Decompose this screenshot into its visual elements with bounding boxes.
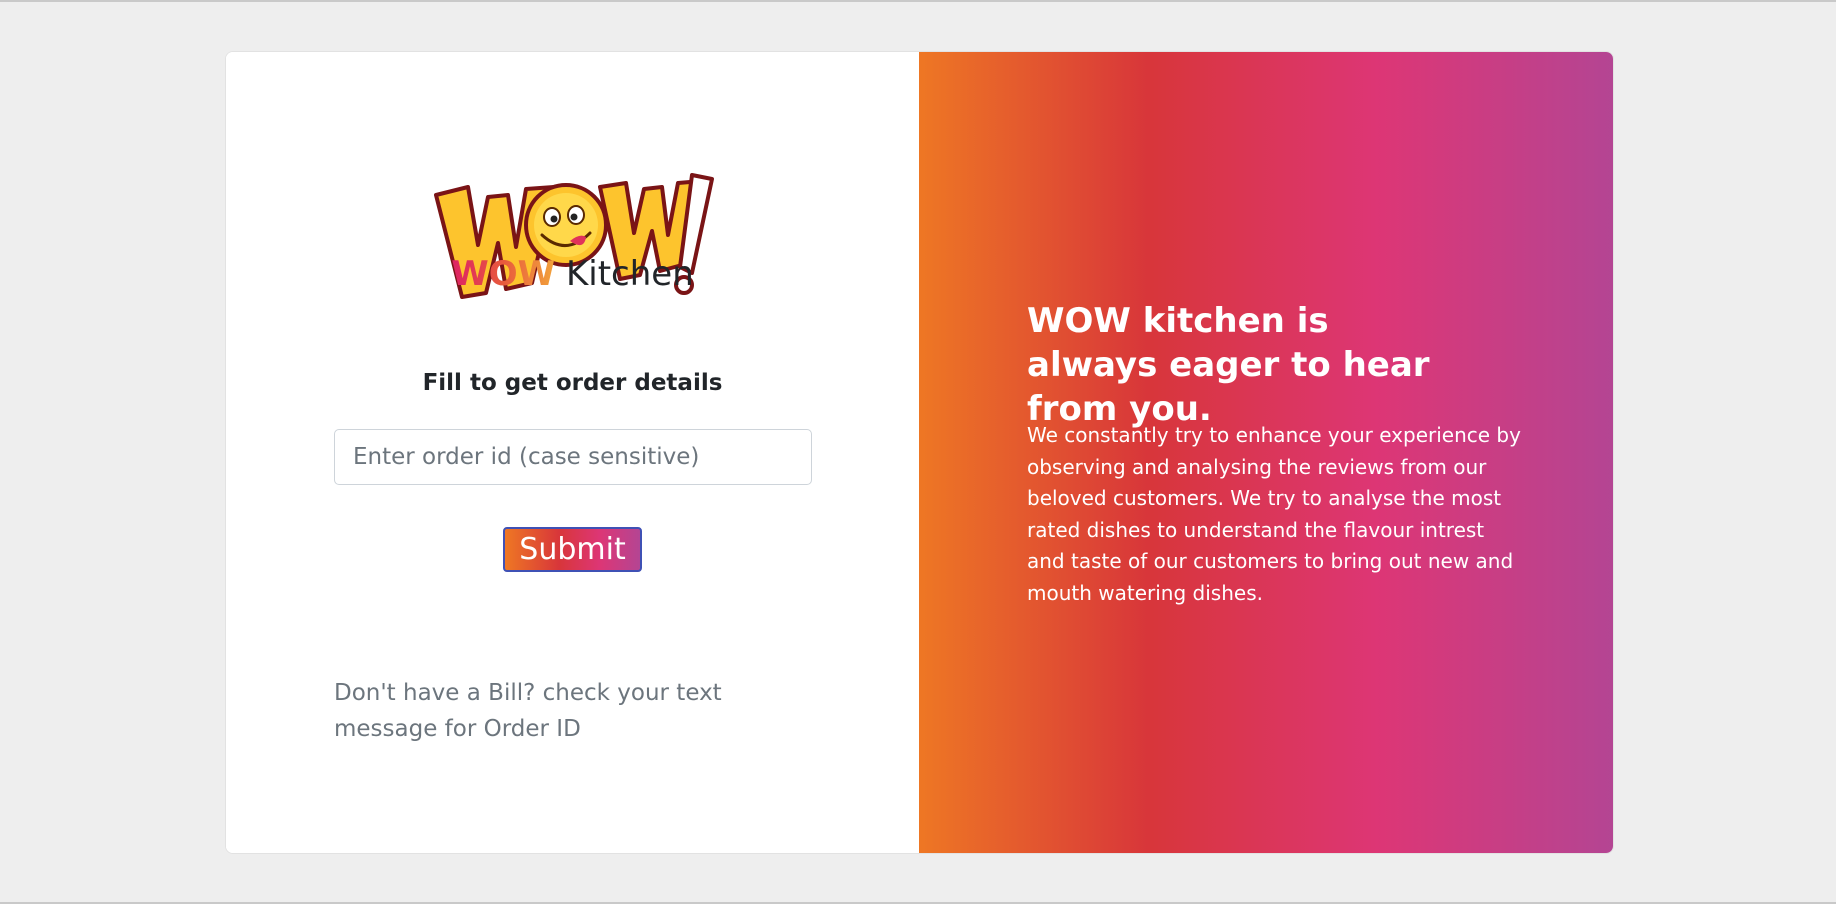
login-card: WOW Kitchen Fill to get order details Su… [226, 52, 1613, 853]
form-title: Fill to get order details [422, 370, 723, 396]
help-note: Don't have a Bill? check your text messa… [334, 680, 722, 742]
promo-paragraph: We constantly try to enhance your experi… [1027, 423, 1521, 605]
brand-wow: WOW [451, 254, 556, 294]
window-top-border [0, 0, 1836, 2]
submit-button[interactable]: Submit [503, 527, 642, 572]
order-form-panel: WOW Kitchen Fill to get order details Su… [226, 52, 919, 853]
promo-headline: WOW kitchen is always eager to hear from… [1027, 301, 1430, 429]
order-id-input[interactable] [334, 429, 812, 485]
brand-name: WOW Kitchen [226, 248, 919, 300]
promo-panel: WOW kitchen is always eager to hear from… [919, 52, 1613, 853]
brand-kitchen: Kitchen [565, 254, 694, 294]
